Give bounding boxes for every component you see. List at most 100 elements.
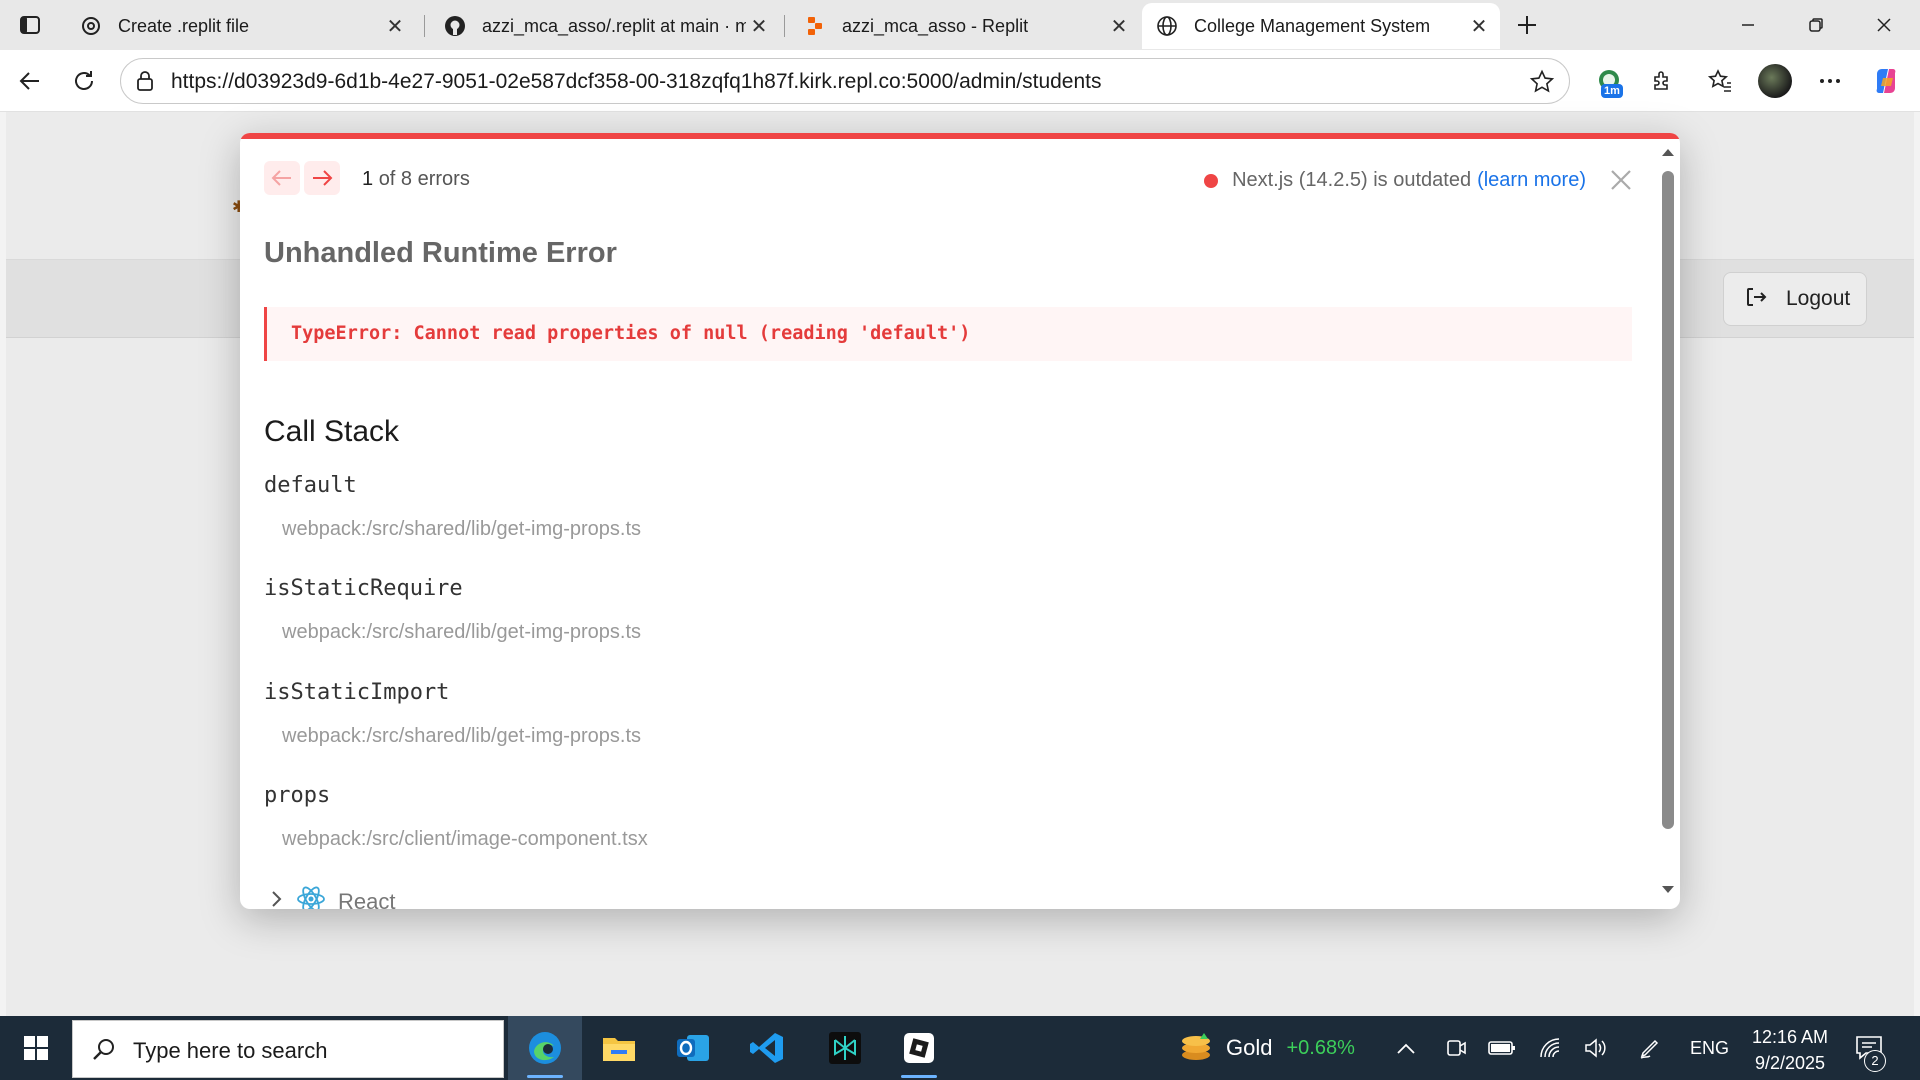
profile-avatar[interactable] [1758, 64, 1792, 98]
volume-icon[interactable] [1580, 1016, 1612, 1080]
logout-icon [1744, 285, 1768, 314]
tab-close-icon[interactable]: ✕ [382, 13, 408, 39]
error-index: 1 [362, 168, 374, 190]
error-message: TypeError: Cannot read properties of nul… [291, 323, 971, 344]
tab-replit[interactable]: azzi_mca_asso - Replit ✕ [790, 3, 1140, 49]
clock-date: 9/2/2025 [1754, 1053, 1826, 1073]
tab-actions-icon[interactable] [12, 9, 48, 41]
file-explorer-icon[interactable] [582, 1016, 656, 1080]
stack-frame-function: default [264, 473, 357, 498]
scroll-up-arrow-icon[interactable] [1660, 145, 1676, 163]
tab-close-icon[interactable]: ✕ [746, 13, 772, 39]
stack-frame[interactable]: isStaticImport webpack:/src/shared/lib/g… [264, 680, 641, 748]
version-text: Next.js (14.2.5) is outdated [1232, 169, 1472, 191]
edge-icon[interactable] [508, 1016, 582, 1080]
perplexity-icon[interactable] [808, 1016, 882, 1080]
clock-time: 12:16 AM [1751, 1027, 1829, 1047]
reload-icon[interactable] [66, 63, 102, 99]
react-icon [296, 885, 326, 909]
taskbar-search-box[interactable]: Type here to search [72, 1020, 504, 1078]
tab-separator [784, 15, 785, 37]
stack-frame-file[interactable]: webpack:/src/shared/lib/get-img-props.ts [282, 621, 641, 644]
overlay-accent-bar [240, 133, 1680, 139]
globe-icon [1156, 15, 1178, 37]
windows-start-icon[interactable] [0, 1016, 72, 1080]
vscode-icon[interactable] [730, 1016, 804, 1080]
stack-frame-function: isStaticImport [264, 680, 450, 705]
github-icon [444, 15, 466, 37]
active-app-indicator [527, 1075, 563, 1078]
logout-button[interactable]: Logout [1723, 272, 1867, 326]
scroll-down-arrow-icon[interactable] [1660, 883, 1676, 901]
tab-github[interactable]: azzi_mca_asso/.replit at main · mo ✕ [430, 3, 780, 49]
new-tab-button[interactable] [1512, 10, 1542, 40]
error-count: 1 of 8 errors [362, 168, 470, 191]
tab-separator [424, 15, 425, 37]
tab-close-icon[interactable]: ✕ [1106, 13, 1132, 39]
address-bar[interactable]: https://d03923d9-6d1b-4e27-9051-02e587dc… [120, 58, 1570, 104]
error-total: of 8 errors [378, 168, 470, 190]
tab-title: College Management System [1194, 15, 1431, 36]
back-arrow-icon[interactable] [12, 63, 48, 99]
previous-error-button[interactable] [264, 161, 300, 195]
stack-frame[interactable]: default webpack:/src/shared/lib/get-img-… [264, 473, 641, 541]
tab-close-icon[interactable]: ✕ [1466, 13, 1492, 39]
wifi-icon[interactable] [1534, 1016, 1566, 1080]
more-options-icon[interactable] [1812, 63, 1848, 99]
stack-frame[interactable]: isStaticRequire webpack:/src/shared/lib/… [264, 576, 641, 644]
favorite-star-icon[interactable] [1529, 69, 1555, 100]
browser-toolbar: https://d03923d9-6d1b-4e27-9051-02e587dc… [0, 50, 1920, 112]
pen-icon[interactable] [1634, 1016, 1666, 1080]
replit-icon [804, 15, 826, 37]
tab-create-replit[interactable]: Create .replit file ✕ [66, 3, 416, 49]
window-close-icon[interactable] [1856, 0, 1912, 50]
url-text[interactable]: https://d03923d9-6d1b-4e27-9051-02e587dc… [171, 70, 1102, 94]
language-indicator[interactable]: ENG [1690, 1038, 1729, 1059]
notification-count: 2 [1864, 1050, 1886, 1072]
react-frames-toggle[interactable]: React [270, 885, 395, 909]
tab-title: azzi_mca_asso/.replit at main · mo [482, 15, 746, 36]
minimize-icon[interactable] [1720, 0, 1776, 50]
stack-frame-function: isStaticRequire [264, 576, 463, 601]
error-title: Unhandled Runtime Error [264, 237, 617, 269]
next-error-button[interactable] [304, 161, 340, 195]
call-stack-title: Call Stack [264, 415, 400, 448]
meet-now-icon[interactable] [1440, 1016, 1472, 1080]
nextjs-error-overlay: 1 of 8 errors Next.js (14.2.5) is outdat… [240, 133, 1680, 909]
windows-taskbar: Type here to search Gold +0.68% ENG 12:1… [0, 1016, 1920, 1080]
browser-tab-strip: Create .replit file ✕ azzi_mca_asso/.rep… [0, 0, 1920, 50]
learn-more-link[interactable]: (learn more) [1477, 169, 1586, 192]
tab-college-management[interactable]: College Management System ✕ [1142, 3, 1500, 49]
react-frames-label: React [338, 888, 396, 910]
copilot-icon[interactable] [1868, 63, 1904, 99]
stack-frame[interactable]: props webpack:/src/client/image-componen… [264, 783, 648, 851]
favorites-icon[interactable] [1702, 63, 1738, 99]
widget-name: Gold [1226, 1035, 1273, 1060]
logout-label: Logout [1786, 287, 1851, 310]
search-icon [91, 1037, 117, 1068]
battery-icon[interactable] [1486, 1016, 1518, 1080]
stack-frame-file[interactable]: webpack:/src/client/image-component.tsx [282, 828, 648, 851]
tab-title: Create .replit file [118, 15, 250, 36]
roblox-studio-icon[interactable] [882, 1016, 956, 1080]
chatgpt-icon [80, 15, 102, 37]
overlay-close-icon[interactable] [1606, 165, 1636, 195]
gold-coins-icon [1178, 1029, 1214, 1068]
error-message-box: TypeError: Cannot read properties of nul… [264, 307, 1632, 361]
stack-frame-file[interactable]: webpack:/src/shared/lib/get-img-props.ts [282, 725, 641, 748]
chevron-up-icon[interactable] [1390, 1016, 1422, 1080]
restore-icon[interactable] [1788, 0, 1844, 50]
stack-frame-file[interactable]: webpack:/src/shared/lib/get-img-props.ts [282, 518, 641, 541]
overlay-scrollbar[interactable] [1662, 171, 1674, 829]
tab-title: azzi_mca_asso - Replit [842, 15, 1029, 36]
version-notice: Next.js (14.2.5) is outdated (learn more… [1204, 169, 1586, 192]
gold-price-widget[interactable]: Gold +0.68% [1178, 1016, 1355, 1080]
system-clock[interactable]: 12:16 AM 9/2/2025 [1740, 1024, 1840, 1076]
extension-badge: 1m [1601, 84, 1623, 98]
lock-icon[interactable] [135, 70, 155, 97]
outlook-icon[interactable] [656, 1016, 730, 1080]
extensions-icon[interactable] [1644, 63, 1680, 99]
error-pagination [264, 161, 340, 195]
search-placeholder: Type here to search [133, 1038, 328, 1063]
version-status-dot [1204, 173, 1219, 188]
